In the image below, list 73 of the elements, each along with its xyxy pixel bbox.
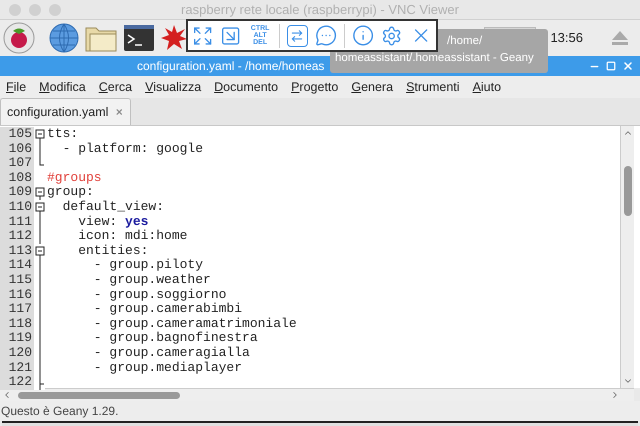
editor-window-title: configuration.yaml - /home/homeas [136,58,324,75]
line-number: 109 [0,185,34,200]
raspberry-icon[interactable] [3,22,35,54]
tab-label: configuration.yaml [7,104,108,121]
code-line: - group.soggiorno [92,288,226,302]
vertical-scrollbar[interactable] [620,126,634,388]
clock: 13:56 [550,29,583,48]
fold-toggle-icon[interactable] [34,185,44,200]
starburst-icon[interactable] [161,25,187,51]
code-line: #groups [46,170,102,186]
settings-icon[interactable] [381,24,403,46]
terminal-icon[interactable] [123,24,155,52]
line-number: 114 [0,258,34,273]
line-number: 119 [0,331,34,346]
code-line: - group.weather [92,272,211,288]
scrollbar-thumb[interactable] [624,166,632,216]
horizontal-scrollbar[interactable] [0,388,634,401]
menu-item[interactable]: Progetto [291,78,338,96]
code-line: view: yes [77,214,148,230]
menu-item[interactable]: Visualizza [145,78,202,96]
close-icon[interactable] [622,60,634,72]
transfer-icon[interactable] [286,24,308,46]
code-line: - group.bagnofinestra [92,331,258,346]
line-number: 117 [0,302,34,317]
fold-toggle-icon[interactable] [34,200,44,215]
chat-icon[interactable] [315,24,338,47]
line-number: 120 [0,346,34,360]
menu-item[interactable]: Aiuto [472,78,502,96]
tooltip-text: homeassistant/.homeassistant - Geany [335,51,534,66]
fold-toggle-icon[interactable] [34,244,44,259]
menu-item[interactable]: Documento [214,78,278,96]
status-text: Questo è Geany 1.29. [1,403,118,420]
code-line: - group.cameragialla [92,346,250,360]
info-icon[interactable] [352,24,374,47]
menu-item[interactable]: Cerca [98,78,132,96]
line-number: 113 [0,244,34,258]
line-number: 122 [0,375,34,390]
tooltip-text: /home/ [447,34,482,49]
line-number: 121 [0,360,34,376]
code-line: group: [46,185,94,200]
code-line: - platform: google [62,142,204,156]
line-number: 106 [0,142,34,156]
code-line: tts: [46,127,78,142]
scale-icon[interactable] [220,24,242,46]
editor-tab[interactable]: configuration.yaml [0,98,131,125]
line-number: 108 [0,170,34,186]
code-line: - group.mediaplayer [92,360,242,376]
menu-item[interactable]: File [6,78,26,96]
code-line: - group.cameramatrimoniale [92,316,297,332]
line-number: 110 [0,200,34,215]
close-icon[interactable] [115,106,124,118]
eject-icon[interactable] [611,30,629,46]
line-number: 116 [0,288,34,302]
line-number: 115 [0,272,34,288]
menu-item[interactable]: Modifica [39,78,86,96]
line-number: 112 [0,229,34,244]
window-title: raspberry rete locale (raspberrypi) - VNC Viewer [180,0,460,19]
line-number: 105 [0,127,34,142]
code-line: - group.piloty [92,258,204,273]
maximize-icon[interactable] [606,61,616,71]
line-number: 111 [0,214,34,230]
line-number: 118 [0,316,34,332]
menu-item[interactable]: Genera [351,78,394,96]
globe-icon[interactable] [49,23,79,53]
code-line: - group.camerabimbi [92,302,242,317]
code-line: entities: [77,244,148,258]
line-number: 107 [0,156,34,171]
fullscreen-icon[interactable] [192,24,214,46]
code-line: default_view: [62,200,164,215]
scrollbar-thumb[interactable] [18,392,180,398]
fold-toggle-icon[interactable] [34,127,44,142]
code-line: icon: mdi:home [77,229,188,244]
menu-item[interactable]: Strumenti [406,78,460,96]
